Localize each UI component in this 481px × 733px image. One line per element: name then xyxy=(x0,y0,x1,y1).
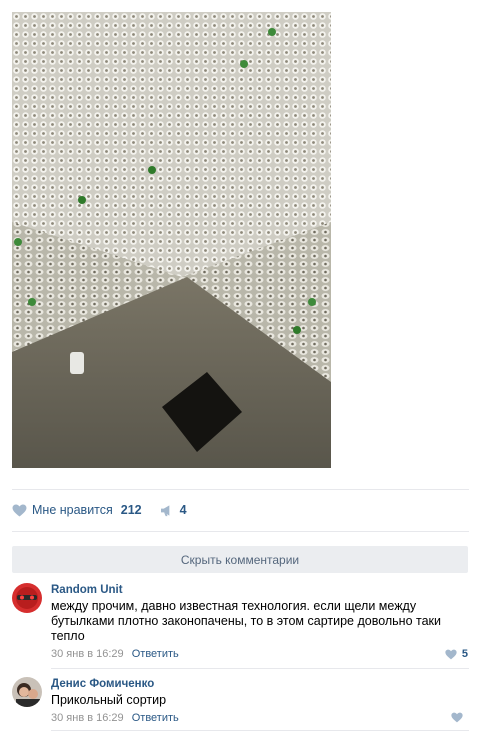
comment: Random Unit между прочим, давно известна… xyxy=(12,583,468,663)
comment-body: Random Unit между прочим, давно известна… xyxy=(51,583,468,661)
comment-body: Денис Фомиченко Прикольный сортир 30 янв… xyxy=(51,677,468,725)
comment-text: Прикольный сортир xyxy=(51,693,167,707)
share-count: 4 xyxy=(179,503,187,517)
comment-meta: 30 янв в 16:29 Ответить xyxy=(51,647,468,661)
divider-comments xyxy=(51,668,469,669)
avatar[interactable] xyxy=(12,583,42,613)
heart-icon xyxy=(451,712,463,723)
comment-like-button[interactable]: 5 xyxy=(445,648,468,660)
avatar[interactable] xyxy=(12,677,42,707)
reply-link[interactable]: Ответить xyxy=(132,712,179,724)
like-count: 212 xyxy=(120,503,142,517)
comment-meta: 30 янв в 16:29 Ответить xyxy=(51,711,468,725)
heart-icon xyxy=(12,503,27,517)
post-photo[interactable] xyxy=(12,12,331,468)
comment-date[interactable]: 30 янв в 16:29 xyxy=(51,648,124,660)
comment-text: между прочим, давно известная технология… xyxy=(51,599,441,643)
like-button[interactable]: Мне нравится 212 xyxy=(12,503,142,517)
divider-top xyxy=(12,489,469,490)
megaphone-icon xyxy=(160,504,169,516)
comment-author[interactable]: Денис Фомиченко xyxy=(51,677,468,691)
divider-bottom xyxy=(51,730,469,731)
share-button[interactable]: 4 xyxy=(160,503,187,517)
reply-link[interactable]: Ответить xyxy=(132,648,179,660)
comment-like-count: 5 xyxy=(461,648,468,660)
comment-like-button[interactable] xyxy=(451,712,468,723)
divider-actions xyxy=(12,531,469,532)
comment-date[interactable]: 30 янв в 16:29 xyxy=(51,712,124,724)
heart-icon xyxy=(445,649,457,659)
hide-comments-button[interactable]: Скрыть комментарии xyxy=(12,546,468,573)
hide-comments-label: Скрыть комментарии xyxy=(180,552,300,567)
comment: Денис Фомиченко Прикольный сортир 30 янв… xyxy=(12,677,468,727)
post-actions: Мне нравится 212 4 xyxy=(12,498,187,522)
like-label: Мне нравится xyxy=(32,503,113,517)
comment-author[interactable]: Random Unit xyxy=(51,583,468,597)
